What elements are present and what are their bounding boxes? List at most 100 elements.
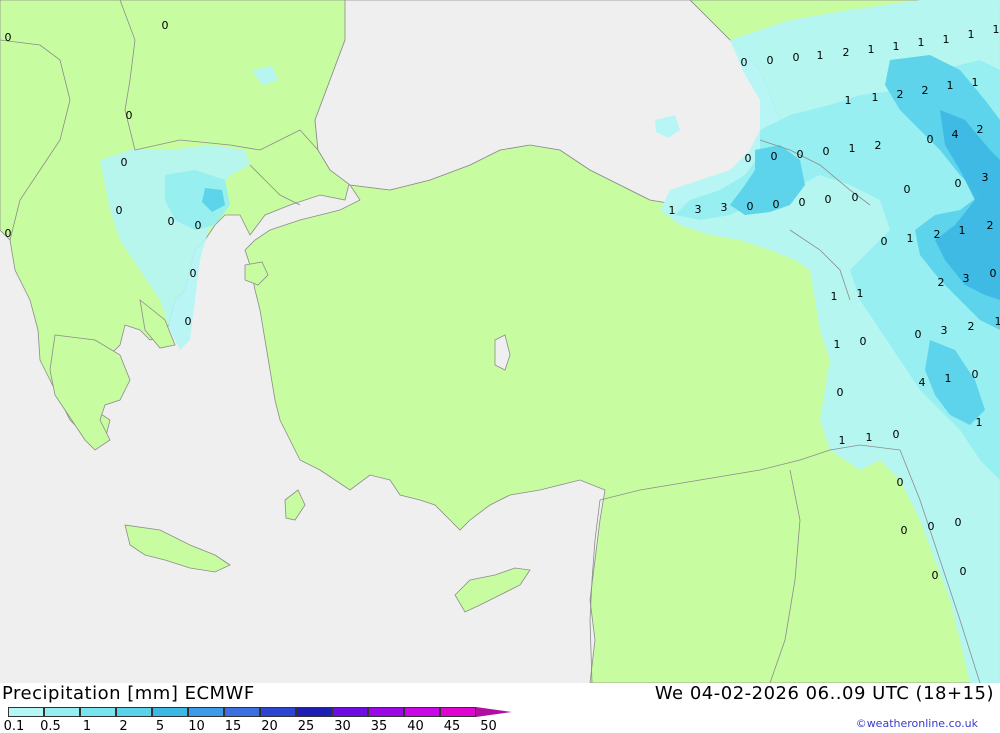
- legend-swatch: [296, 707, 332, 717]
- precip-value-label: 2: [938, 276, 945, 289]
- precip-value-label: 0: [932, 569, 939, 582]
- precip-value-label: 1: [817, 49, 824, 62]
- precip-value-label: 0: [972, 368, 979, 381]
- precip-value-label: 0: [881, 235, 888, 248]
- precip-value-label: 0: [990, 267, 997, 280]
- precip-value-label: 1: [857, 287, 864, 300]
- legend-footer: Precipitation [mm] ECMWF We 04-02-2026 0…: [0, 683, 1000, 733]
- weather-map-view: 0000000000000121111112211420301100001213…: [0, 0, 1000, 733]
- precip-value-label: 0: [797, 148, 804, 161]
- precip-value-label: 0: [837, 386, 844, 399]
- legend-swatch: [260, 707, 296, 717]
- precip-value-label: 0: [928, 520, 935, 533]
- precip-value-label: 1: [972, 76, 979, 89]
- legend-swatch: [332, 707, 368, 717]
- legend-tick-label: 0.5: [40, 719, 61, 733]
- precip-value-label: 3: [695, 203, 702, 216]
- precip-value-label: 0: [767, 54, 774, 67]
- precip-value-label: 1: [943, 33, 950, 46]
- legend-tick-label: 20: [261, 719, 278, 733]
- legend-tick-label: 30: [334, 719, 351, 733]
- color-scale-ticks: 0.1 0.5 1 2 5 10 15 20 25 30 35 40 45 50: [0, 719, 560, 733]
- precip-value-label: 0: [771, 150, 778, 163]
- precip-value-label: 0: [893, 428, 900, 441]
- precip-value-label: 0: [927, 133, 934, 146]
- precip-value-label: 1: [968, 28, 975, 41]
- legend-swatch: [440, 707, 476, 717]
- precip-value-label: 4: [919, 376, 926, 389]
- precip-value-label: 0: [5, 227, 12, 240]
- precip-value-label: 1: [868, 43, 875, 56]
- legend-tick-label: 25: [297, 719, 315, 733]
- legend-tick-label: 45: [443, 719, 461, 733]
- precip-value-label: 1: [976, 416, 983, 429]
- precip-value-label: 1: [866, 431, 873, 444]
- precip-value-label: 1: [845, 94, 852, 107]
- legend-swatch: [44, 707, 80, 717]
- precip-value-label: 0: [901, 524, 908, 537]
- legend-tick-label: 0.1: [3, 719, 25, 733]
- precip-value-label: 3: [941, 324, 948, 337]
- precip-value-label: 0: [960, 565, 967, 578]
- legend-swatch: [152, 707, 188, 717]
- legend-swatch: [188, 707, 224, 717]
- precip-value-label: 0: [168, 215, 175, 228]
- legend-swatch: [80, 707, 116, 717]
- credit-link[interactable]: ©weatheronline.co.uk: [856, 717, 978, 730]
- precip-value-label: 0: [5, 31, 12, 44]
- precip-value-label: 0: [162, 19, 169, 32]
- legend-swatch: [404, 707, 440, 717]
- color-scale: [8, 707, 512, 719]
- precip-value-label: 0: [195, 219, 202, 232]
- precip-value-label: 2: [875, 139, 882, 152]
- precip-value-label: 0: [745, 152, 752, 165]
- precip-value-label: 2: [968, 320, 975, 333]
- precip-value-label: 1: [893, 40, 900, 53]
- precip-value-label: 3: [982, 171, 989, 184]
- precip-value-label: 1: [669, 204, 676, 217]
- legend-swatch: [116, 707, 152, 717]
- precip-value-label: 0: [747, 200, 754, 213]
- precip-value-label: 1: [995, 315, 1000, 328]
- map-title: Precipitation [mm] ECMWF: [2, 683, 255, 704]
- precip-value-label: 0: [793, 51, 800, 64]
- legend-tick-label: 50: [480, 719, 497, 733]
- precipitation-map: 0 0 0 0 0 0 0 0 0 0 0 0 0 1 2 1 1 1 1 1 1 2 2 1 1 4 2 0 3 0 1 1 0 0 0 0 1 2 1 3…: [0, 0, 1000, 683]
- precip-value-label: 0: [955, 177, 962, 190]
- precip-value-label: 0: [185, 315, 192, 328]
- precip-value-label: 0: [860, 335, 867, 348]
- precip-value-label: 2: [977, 123, 984, 136]
- precip-value-label: 3: [963, 272, 970, 285]
- precip-value-label: 0: [915, 328, 922, 341]
- precip-value-label: 4: [952, 128, 959, 141]
- precip-value-label: 0: [799, 196, 806, 209]
- precip-value-label: 0: [773, 198, 780, 211]
- precip-value-label: 0: [126, 109, 133, 122]
- precip-value-label: 2: [987, 219, 994, 232]
- precip-value-label: 1: [918, 36, 925, 49]
- precip-value-label: 0: [190, 267, 197, 280]
- precip-value-label: 3: [721, 201, 728, 214]
- precip-value-label: 1: [947, 79, 954, 92]
- precip-value-label: 0: [741, 56, 748, 69]
- legend-tick-label: 5: [155, 719, 165, 733]
- precip-value-label: 0: [904, 183, 911, 196]
- legend-swatch: [224, 707, 260, 717]
- precip-value-label: 2: [897, 88, 904, 101]
- precip-value-label: 2: [843, 46, 850, 59]
- precip-value-label: 1: [907, 232, 914, 245]
- legend-tick-label: 35: [370, 719, 388, 733]
- precip-value-label: 1: [993, 23, 1000, 36]
- legend-tick-label: 15: [224, 719, 242, 733]
- precip-value-label: 0: [116, 204, 123, 217]
- precip-value-label: 0: [121, 156, 128, 169]
- precip-value-label: 1: [959, 224, 966, 237]
- precip-value-label: 2: [922, 84, 929, 97]
- precip-value-label: 2: [934, 228, 941, 241]
- precip-value-label: 1: [839, 434, 846, 447]
- precip-value-label: 0: [823, 145, 830, 158]
- legend-swatch-arrow: [476, 707, 512, 717]
- legend-swatch: [368, 707, 404, 717]
- legend-tick-label: 40: [407, 719, 424, 733]
- precip-value-label: 0: [852, 191, 859, 204]
